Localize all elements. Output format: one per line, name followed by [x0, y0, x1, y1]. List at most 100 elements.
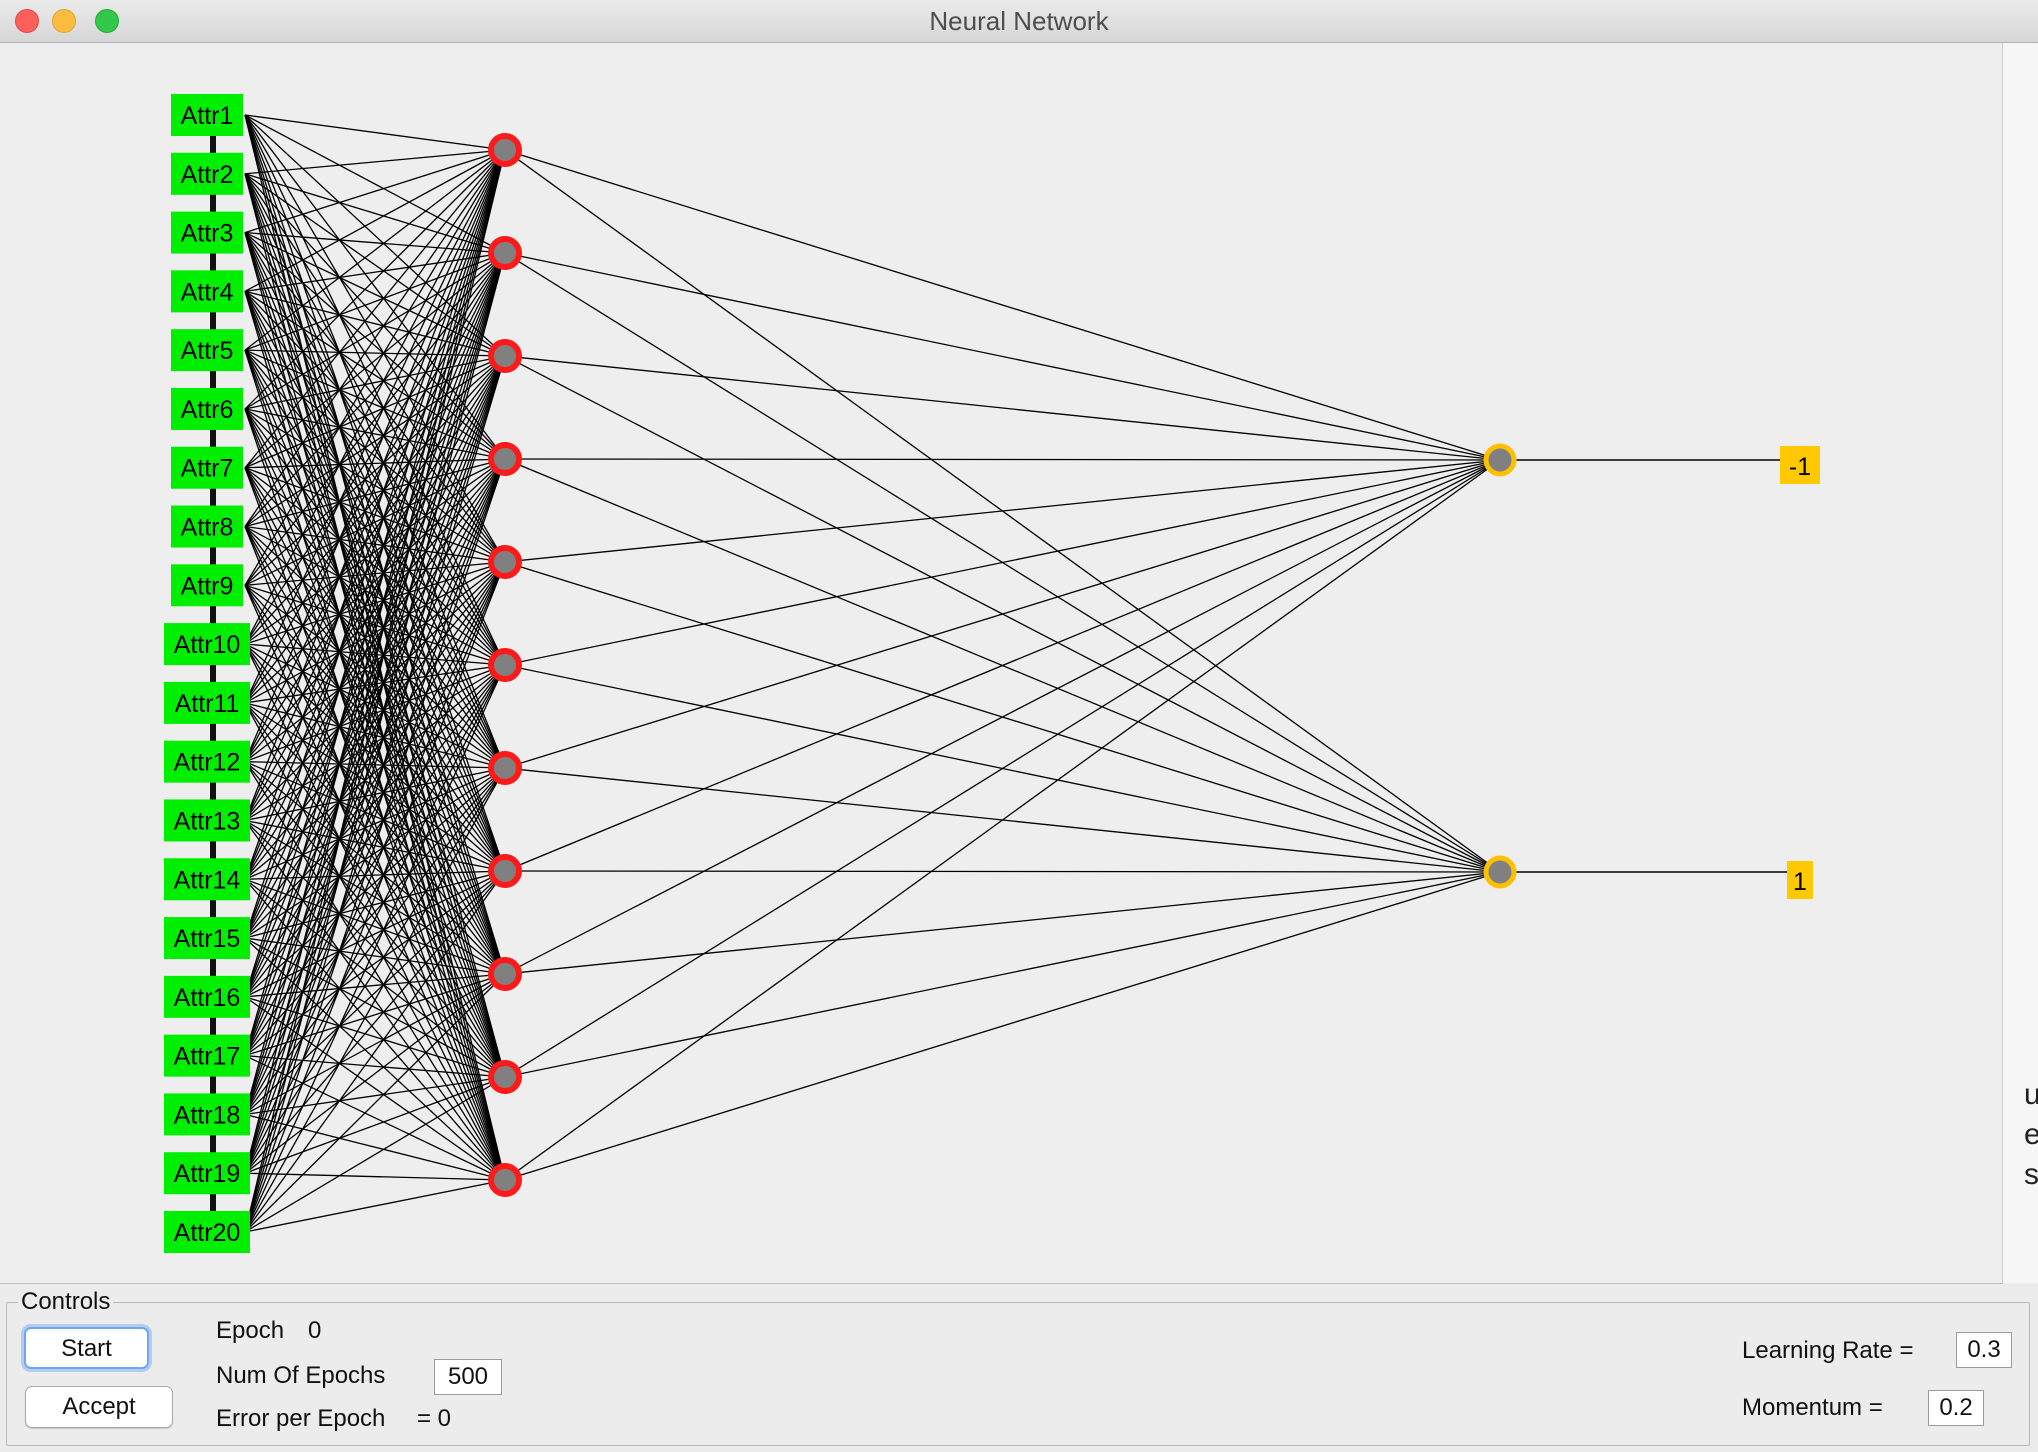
hidden-output-edge [504, 458, 1501, 461]
hidden-node[interactable] [488, 854, 522, 888]
hidden-output-edge [504, 459, 1501, 975]
accept-button[interactable]: Accept [25, 1386, 173, 1428]
error-per-epoch-value: = 0 [417, 1405, 452, 1432]
input-node-label: Attr7 [181, 455, 234, 483]
input-hidden-edge [244, 355, 506, 998]
momentum-label: Momentum = [1742, 1394, 1883, 1421]
neural-network-window: Neural Network Attr1 Attr2 Attr3 Attr4 Attr5… [0, 0, 2038, 1452]
output-label: 1 [1787, 861, 1813, 899]
input-node-label: Attr13 [174, 807, 241, 835]
input-node-label: Attr8 [181, 514, 234, 542]
hidden-node[interactable] [488, 133, 522, 167]
learning-rate-label: Learning Rate = [1742, 1337, 1914, 1364]
hidden-node[interactable] [488, 545, 522, 579]
input-node-label: Attr19 [174, 1160, 241, 1188]
input-node-label: Attr17 [174, 1043, 241, 1071]
input-node-label: Attr3 [181, 220, 234, 248]
input-node-label: Attr16 [174, 984, 241, 1012]
output-node[interactable] [1483, 855, 1517, 889]
hidden-output-edge [504, 252, 1501, 461]
input-hidden-edge [244, 870, 506, 1115]
error-per-epoch-label: Error per Epoch [216, 1405, 386, 1432]
output-label: -1 [1780, 446, 1820, 484]
hidden-node[interactable] [488, 1060, 522, 1094]
input-node-label: Attr5 [181, 337, 234, 365]
hidden-node[interactable] [488, 339, 522, 373]
title-bar: Neural Network [0, 0, 2038, 43]
start-button[interactable]: Start [24, 1327, 149, 1369]
input-hidden-edge [244, 149, 506, 586]
input-node: Attr15 [164, 917, 250, 960]
network-canvas[interactable]: Attr1 Attr2 Attr3 Attr4 Attr5 Attr6 Attr7 Attr8… [0, 43, 2003, 1284]
epoch-value: 0 [308, 1317, 322, 1344]
input-node: Attr1 [171, 94, 243, 136]
input-node-label: Attr20 [174, 1219, 241, 1247]
hidden-output-edge [504, 459, 1501, 666]
input-node: Attr19 [164, 1152, 250, 1195]
input-node: Attr4 [171, 270, 243, 313]
input-node-label: Attr14 [174, 866, 241, 894]
input-node: Attr5 [171, 329, 243, 372]
input-hidden-edge [244, 878, 506, 975]
controls-legend: Controls [18, 1288, 114, 1316]
input-hidden-edge [244, 1172, 506, 1181]
epoch-label: Epoch [216, 1317, 285, 1344]
input-node: Attr20 [164, 1211, 250, 1253]
hidden-output-edge [504, 459, 1501, 769]
hidden-node[interactable] [488, 236, 522, 270]
input-node: Attr17 [164, 1034, 250, 1077]
input-hidden-edge [244, 252, 506, 939]
input-node: Attr8 [171, 505, 243, 548]
hidden-node[interactable] [488, 1163, 522, 1197]
input-node: Attr12 [164, 740, 250, 783]
input-node-label: Attr18 [174, 1101, 241, 1129]
input-hidden-edge [244, 114, 506, 151]
hidden-output-edge [504, 149, 1501, 461]
output-label-text: -1 [1789, 453, 1811, 481]
background-text-fragment: u [2024, 1078, 2038, 1111]
input-node: Attr3 [171, 211, 243, 254]
input-node: Attr2 [171, 152, 243, 195]
hidden-node[interactable] [488, 957, 522, 991]
input-node-label: Attr4 [181, 278, 234, 306]
input-node: Attr14 [164, 858, 250, 901]
input-hidden-edge [244, 1179, 506, 1233]
input-node-label: Attr9 [181, 572, 234, 600]
input-node-label: Attr6 [181, 396, 234, 424]
input-node: Attr6 [171, 387, 243, 430]
momentum-field[interactable] [1928, 1390, 1984, 1426]
hidden-node[interactable] [488, 442, 522, 476]
hidden-output-edge [504, 871, 1501, 975]
background-text-fragment: s [2024, 1158, 2038, 1191]
input-node-label: Attr15 [174, 925, 241, 953]
num-epochs-field[interactable] [434, 1359, 502, 1395]
output-label-text: 1 [1793, 868, 1807, 896]
output-node[interactable] [1483, 443, 1517, 477]
input-node-label: Attr1 [181, 102, 234, 130]
input-node: Attr7 [171, 446, 243, 489]
input-node: Attr10 [164, 623, 250, 666]
input-node-label: Attr10 [174, 631, 241, 659]
input-node: Attr13 [164, 799, 250, 842]
hidden-output-edge [504, 459, 1501, 1078]
hidden-node[interactable] [488, 751, 522, 785]
hidden-output-edge [504, 871, 1501, 1181]
input-node: Attr11 [164, 681, 250, 724]
input-hidden-edge [244, 973, 506, 1115]
input-node-label: Attr11 [175, 690, 240, 718]
connection-edges [244, 114, 1790, 1233]
num-epochs-label: Num Of Epochs [216, 1362, 386, 1389]
hidden-output-edge [504, 871, 1501, 1078]
input-node-label: Attr2 [181, 161, 234, 189]
input-node-label: Attr12 [174, 749, 241, 777]
input-node: Attr9 [171, 564, 243, 607]
input-hidden-edge [244, 458, 506, 704]
network-graph[interactable]: Attr1 Attr2 Attr3 Attr4 Attr5 Attr6 Attr7 Attr8… [0, 43, 2002, 1283]
hidden-output-edge [504, 459, 1501, 563]
hidden-output-edge [504, 459, 1501, 1181]
input-node: Attr18 [164, 1093, 250, 1136]
window-title: Neural Network [929, 6, 1109, 36]
hidden-node[interactable] [488, 648, 522, 682]
learning-rate-field[interactable] [1956, 1332, 2012, 1368]
hidden-output-edge [504, 355, 1501, 461]
